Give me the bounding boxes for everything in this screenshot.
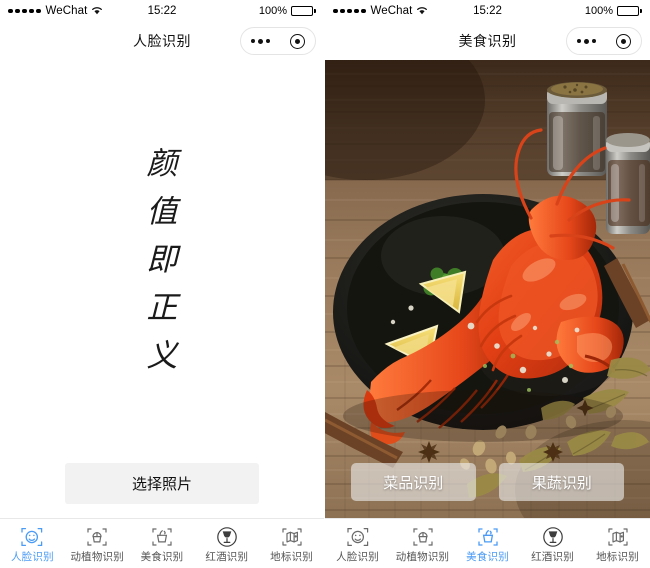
tab-label: 地标识别: [596, 551, 639, 564]
landmark-map-icon: [279, 524, 305, 550]
status-bar-battery-group: 100%: [585, 5, 642, 17]
screen-food-recognition: WeChat 15:22 100% 美食识别 菜品识别 果蔬识别 人脸识别 动植…: [325, 0, 650, 568]
tab-label: 动植物识别: [70, 551, 124, 564]
status-bar-battery-group: 100%: [259, 5, 316, 17]
target-circle-icon[interactable]: [290, 33, 305, 49]
tab-food-recognition[interactable]: 美食识别: [455, 519, 520, 568]
produce-recognition-button[interactable]: 果蔬识别: [499, 463, 625, 501]
face-scan-icon: [345, 524, 371, 550]
tab-bar-right: 人脸识别 动植物识别 美食识别 红酒识别 地标识别: [325, 518, 650, 568]
tab-label: 动植物识别: [395, 551, 450, 564]
hero-vertical-calligraphy: 颜 值 即 正 义: [147, 148, 178, 388]
tab-label: 红酒识别: [531, 551, 574, 564]
target-circle-icon[interactable]: [616, 33, 631, 49]
landmark-map-icon: [605, 524, 631, 550]
tab-landmark-recognition[interactable]: 地标识别: [585, 519, 650, 568]
tab-plant-recognition[interactable]: 动植物识别: [390, 519, 455, 568]
screen-face-recognition: WeChat 15:22 100% 人脸识别 颜 值 即 正 义 选择照片 人脸…: [0, 0, 325, 568]
food-scan-icon: [149, 524, 175, 550]
status-bar-left: WeChat 15:22 100%: [0, 0, 324, 22]
dual-screen-preview: WeChat 15:22 100% 人脸识别 颜 值 即 正 义 选择照片 人脸…: [0, 0, 650, 568]
tab-wine-recognition[interactable]: 红酒识别: [194, 519, 259, 568]
more-dots-icon[interactable]: [251, 38, 270, 44]
wine-glass-icon: [540, 524, 566, 550]
wine-glass-icon: [214, 524, 240, 550]
tab-wine-recognition[interactable]: 红酒识别: [520, 519, 585, 568]
battery-percent-label: 100%: [258, 5, 287, 17]
hero-char: 颜: [146, 146, 178, 181]
page-title: 人脸识别: [133, 33, 191, 49]
battery-icon: [617, 6, 642, 16]
face-scan-icon: [19, 524, 45, 550]
recognition-actions: 菜品识别 果蔬识别: [325, 463, 650, 501]
nav-bar-left: 人脸识别: [0, 22, 324, 60]
face-screen-body: 颜 值 即 正 义 选择照片: [0, 60, 324, 518]
food-scan-icon: [475, 524, 501, 550]
battery-icon: [291, 6, 316, 16]
dish-recognition-button[interactable]: 菜品识别: [350, 463, 476, 501]
tab-food-recognition[interactable]: 美食识别: [130, 519, 195, 568]
hero-char: 值: [146, 194, 178, 229]
tab-face-recognition[interactable]: 人脸识别: [325, 519, 390, 568]
tab-label: 人脸识别: [10, 551, 54, 564]
tab-label: 美食识别: [466, 551, 509, 564]
more-dots-icon[interactable]: [577, 38, 596, 44]
choose-photo-button[interactable]: 选择照片: [65, 463, 259, 504]
wechat-capsule-menu[interactable]: [566, 27, 642, 55]
tab-label: 红酒识别: [205, 551, 249, 564]
plant-scan-icon: [84, 524, 110, 550]
battery-percent-label: 100%: [584, 5, 613, 17]
tab-landmark-recognition[interactable]: 地标识别: [259, 519, 324, 568]
nav-bar-right: 美食识别: [325, 22, 650, 60]
plant-scan-icon: [410, 524, 436, 550]
tab-label: 人脸识别: [336, 551, 379, 564]
status-bar-right: WeChat 15:22 100%: [325, 0, 650, 22]
hero-char: 义: [146, 338, 178, 373]
food-photo: [325, 60, 650, 518]
food-screen-body: 菜品识别 果蔬识别: [325, 60, 650, 518]
tab-face-recognition[interactable]: 人脸识别: [0, 519, 65, 568]
wechat-capsule-menu[interactable]: [240, 27, 316, 55]
hero-char: 正: [146, 290, 178, 325]
page-title: 美食识别: [458, 33, 517, 49]
tab-plant-recognition[interactable]: 动植物识别: [65, 519, 130, 568]
tab-label: 地标识别: [270, 551, 313, 564]
hero-char: 即: [146, 242, 178, 277]
tab-bar-left: 人脸识别 动植物识别 美食识别 红酒识别 地标识别: [0, 518, 324, 568]
tab-label: 美食识别: [140, 551, 184, 564]
